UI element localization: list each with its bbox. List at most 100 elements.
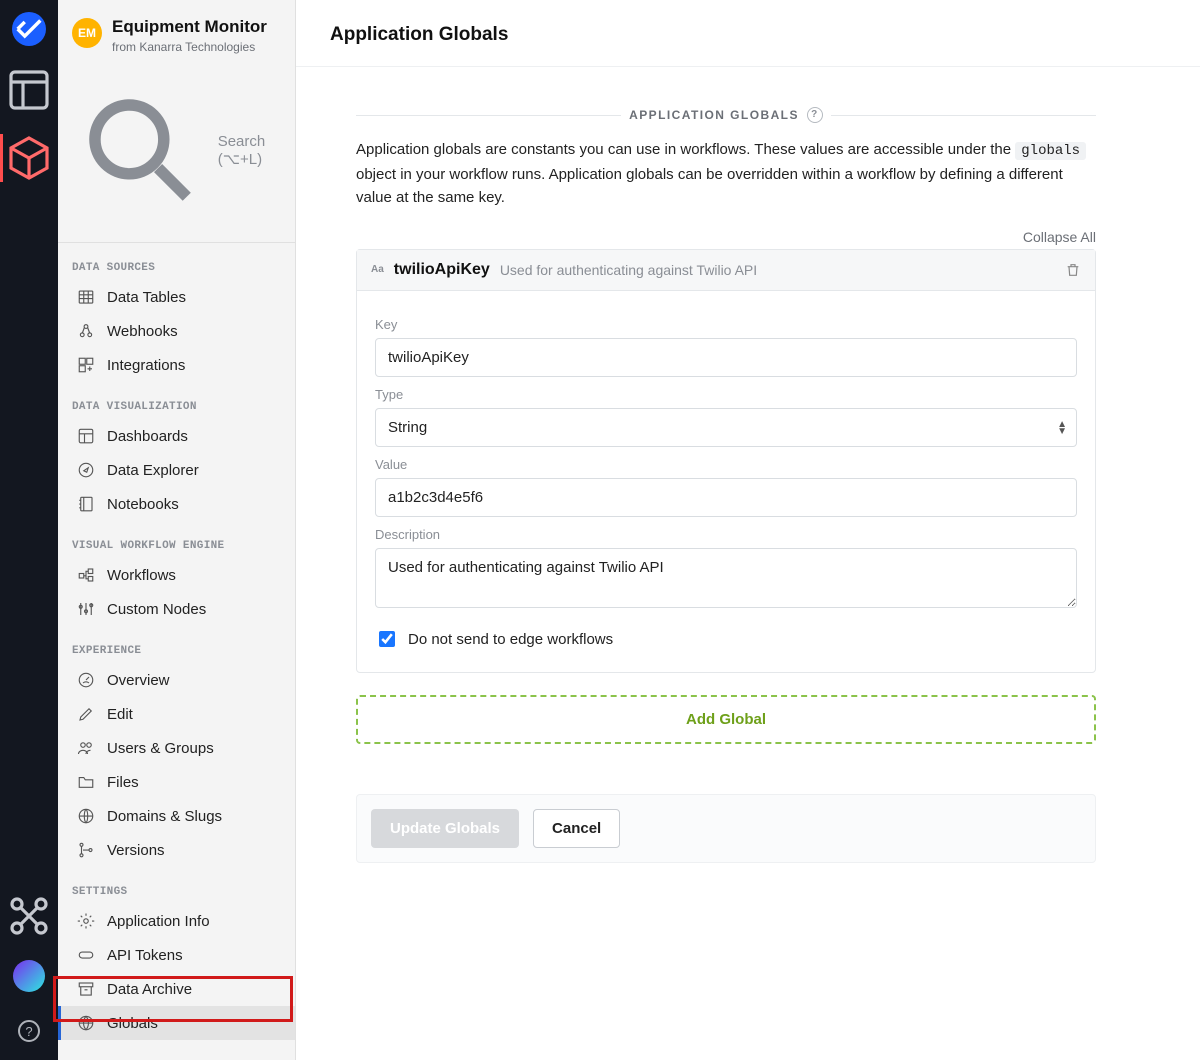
update-globals-button[interactable]: Update Globals xyxy=(371,809,519,848)
section-description: Application globals are constants you ca… xyxy=(356,138,1096,209)
sidebar-item-label: Globals xyxy=(107,1015,158,1032)
sidebar-item-files[interactable]: Files xyxy=(58,765,295,799)
sidebar-item-label: Users & Groups xyxy=(107,740,214,757)
search-icon xyxy=(72,82,210,220)
sidebar-item-label: Data Tables xyxy=(107,289,186,306)
action-footer: Update Globals Cancel xyxy=(356,794,1096,863)
gear-icon xyxy=(77,912,95,930)
sidebar-item-data-archive[interactable]: Data Archive xyxy=(58,972,295,1006)
rail-dashboard-icon[interactable] xyxy=(0,66,58,114)
sidebar-item-overview[interactable]: Overview xyxy=(58,663,295,697)
notebook-icon xyxy=(77,495,95,513)
logo-icon[interactable] xyxy=(12,12,46,46)
description-label: Description xyxy=(375,527,1077,542)
rail-sitemap-icon[interactable] xyxy=(0,892,58,940)
sliders-icon xyxy=(77,600,95,618)
global-card-header[interactable]: Aa twilioApiKey Used for authenticating … xyxy=(357,250,1095,291)
help-tooltip-icon[interactable]: ? xyxy=(807,107,823,123)
section-heading-row: APPLICATION GLOBALS ? xyxy=(356,107,1096,123)
section-title: VISUAL WORKFLOW ENGINE xyxy=(58,521,295,558)
sidebar-item-label: Data Explorer xyxy=(107,462,199,479)
sidebar-item-label: Edit xyxy=(107,706,133,723)
branch-icon xyxy=(77,841,95,859)
rail-package-icon[interactable] xyxy=(0,134,58,182)
global-key-title: twilioApiKey xyxy=(394,261,490,279)
sidebar-item-label: Domains & Slugs xyxy=(107,808,222,825)
sidebar-item-globals[interactable]: Globals xyxy=(58,1006,295,1040)
sidebar-item-notebooks[interactable]: Notebooks xyxy=(58,487,295,521)
global-card: Aa twilioApiKey Used for authenticating … xyxy=(356,249,1096,673)
sidebar-item-data-explorer[interactable]: Data Explorer xyxy=(58,453,295,487)
key-input[interactable] xyxy=(375,338,1077,377)
sidebar-item-integrations[interactable]: Integrations xyxy=(58,348,295,382)
help-icon[interactable]: ? xyxy=(18,1020,40,1042)
pencil-icon xyxy=(77,705,95,723)
app-title: Equipment Monitor xyxy=(112,18,267,37)
sidebar-item-label: Application Info xyxy=(107,913,210,930)
sidebar-item-data-tables[interactable]: Data Tables xyxy=(58,280,295,314)
chevron-updown-icon: ▲▼ xyxy=(1057,421,1067,435)
gauge-icon xyxy=(77,671,95,689)
type-label: Type xyxy=(375,387,1077,402)
page-title: Application Globals xyxy=(296,0,1200,67)
type-select[interactable]: String xyxy=(375,408,1077,447)
search-input[interactable]: Search (⌥+L) xyxy=(72,74,281,229)
dashboard-icon xyxy=(77,427,95,445)
sidebar-item-label: Custom Nodes xyxy=(107,601,206,618)
add-global-button[interactable]: Add Global xyxy=(356,695,1096,744)
api-icon xyxy=(77,946,95,964)
app-header: EM Equipment Monitor from Kanarra Techno… xyxy=(58,0,295,60)
delete-icon[interactable] xyxy=(1065,262,1081,278)
globals-code: globals xyxy=(1015,142,1086,160)
sidebar-item-custom-nodes[interactable]: Custom Nodes xyxy=(58,592,295,626)
folder-icon xyxy=(77,773,95,791)
edge-checkbox-label: Do not send to edge workflows xyxy=(408,631,613,648)
globe-icon xyxy=(77,807,95,825)
main: Application Globals APPLICATION GLOBALS … xyxy=(296,0,1200,1060)
sidebar-item-label: API Tokens xyxy=(107,947,183,964)
search-placeholder: Search (⌥+L) xyxy=(218,133,281,168)
sidebar-item-users-groups[interactable]: Users & Groups xyxy=(58,731,295,765)
value-input[interactable] xyxy=(375,478,1077,517)
sidebar-item-workflows[interactable]: Workflows xyxy=(58,558,295,592)
sidebar-item-label: Dashboards xyxy=(107,428,188,445)
sidebar-item-application-info[interactable]: Application Info xyxy=(58,904,295,938)
sidebar-item-webhooks[interactable]: Webhooks xyxy=(58,314,295,348)
avatar[interactable] xyxy=(13,960,45,992)
sidebar-item-versions[interactable]: Versions xyxy=(58,833,295,867)
sidebar-item-label: Files xyxy=(107,774,139,791)
cancel-button[interactable]: Cancel xyxy=(533,809,620,848)
section-title: SETTINGS xyxy=(58,867,295,904)
description-textarea[interactable]: Used for authenticating against Twilio A… xyxy=(375,548,1077,608)
section-title: DATA VISUALIZATION xyxy=(58,382,295,419)
sidebar-item-api-tokens[interactable]: API Tokens xyxy=(58,938,295,972)
sidebar-item-label: Webhooks xyxy=(107,323,178,340)
sidebar-item-label: Notebooks xyxy=(107,496,179,513)
archive-icon xyxy=(77,980,95,998)
global-desc-preview: Used for authenticating against Twilio A… xyxy=(500,262,757,278)
edge-checkbox[interactable] xyxy=(379,631,395,647)
value-label: Value xyxy=(375,457,1077,472)
sidebar: EM Equipment Monitor from Kanarra Techno… xyxy=(58,0,296,1060)
sidebar-item-label: Workflows xyxy=(107,567,176,584)
sidebar-item-domains-slugs[interactable]: Domains & Slugs xyxy=(58,799,295,833)
edge-checkbox-row[interactable]: Do not send to edge workflows xyxy=(375,628,1077,650)
users-icon xyxy=(77,739,95,757)
app-subtitle: from Kanarra Technologies xyxy=(112,40,267,54)
sidebar-item-edit[interactable]: Edit xyxy=(58,697,295,731)
compass-icon xyxy=(77,461,95,479)
sidebar-item-label: Versions xyxy=(107,842,165,859)
key-label: Key xyxy=(375,317,1077,332)
app-badge: EM xyxy=(72,18,102,48)
type-indicator-icon: Aa xyxy=(371,265,384,275)
section-title: DATA SOURCES xyxy=(58,243,295,280)
section-heading: APPLICATION GLOBALS xyxy=(629,109,799,121)
sidebar-item-label: Integrations xyxy=(107,357,185,374)
integrations-icon xyxy=(77,356,95,374)
sidebar-item-dashboards[interactable]: Dashboards xyxy=(58,419,295,453)
collapse-all-link[interactable]: Collapse All xyxy=(1023,229,1096,245)
sidebar-item-label: Data Archive xyxy=(107,981,192,998)
sidebar-nav: DATA SOURCES Data Tables Webhooks Integrati… xyxy=(58,243,295,1060)
section-title: EXPERIENCE xyxy=(58,626,295,663)
globe2-icon xyxy=(77,1014,95,1032)
